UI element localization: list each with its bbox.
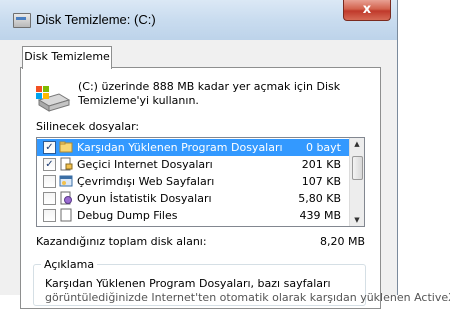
- file-size: 439 MB: [299, 209, 341, 222]
- description-group-title: Açıklama: [41, 258, 98, 271]
- files-list[interactable]: ✓ Karşıdan Yüklenen Program Dosyaları 0 …: [36, 137, 365, 227]
- vertical-scrollbar[interactable]: ▲ ▼: [349, 138, 364, 226]
- list-item[interactable]: ✓ Geçici Internet Dosyaları 201 KB: [37, 156, 349, 173]
- tab-disk-cleanup[interactable]: Disk Temizleme: [22, 46, 112, 69]
- scroll-up-arrow-icon[interactable]: ▲: [352, 139, 362, 149]
- checkbox[interactable]: [43, 192, 56, 205]
- file-name: Geçici Internet Dosyaları: [77, 158, 213, 171]
- file-size: 107 KB: [301, 175, 341, 188]
- list-item[interactable]: ✓ Karşıdan Yüklenen Program Dosyaları 0 …: [37, 139, 349, 156]
- file-name: Çevrimdışı Web Sayfaları: [77, 175, 215, 188]
- file-name: Oyun İstatistik Dosyaları: [77, 192, 212, 205]
- description-group-text: Karşıdan Yüklenen Program Dosyaları, baz…: [45, 277, 331, 290]
- file-size: 5,80 KB: [298, 192, 341, 205]
- folder-icon: [59, 141, 73, 153]
- drive-icon: [36, 86, 71, 112]
- list-item[interactable]: Oyun İstatistik Dosyaları 5,80 KB: [37, 190, 349, 207]
- file-size: 201 KB: [301, 158, 341, 171]
- disk-cleanup-app-icon[interactable]: [13, 13, 31, 28]
- file-name: Karşıdan Yüklenen Program Dosyaları: [77, 141, 283, 154]
- description-group-text-continued: görüntülediğinizde Internet'ten otomatik…: [45, 291, 450, 304]
- disk-cleanup-window: Disk Temizleme: (C:) x Disk Temizleme (C…: [0, 0, 450, 309]
- checkbox[interactable]: ✓: [43, 141, 56, 154]
- game-icon: [60, 191, 72, 205]
- total-space-value: 8,20 MB: [320, 235, 366, 248]
- total-space-label: Kazandığınız toplam disk alanı:: [36, 235, 207, 248]
- files-to-delete-label: Silinecek dosyalar:: [36, 120, 140, 133]
- file-size: 0 bayt: [305, 141, 341, 154]
- scrollbar-thumb[interactable]: [352, 156, 363, 180]
- checkbox[interactable]: ✓: [43, 158, 56, 171]
- list-item[interactable]: Debug Dump Files 439 MB: [37, 207, 349, 224]
- title-bar[interactable]: Disk Temizleme: (C:) x: [0, 0, 397, 40]
- list-item[interactable]: Çevrimdışı Web Sayfaları 107 KB: [37, 173, 349, 190]
- scroll-down-arrow-icon[interactable]: ▼: [352, 215, 362, 225]
- document-lock-icon: [60, 157, 73, 171]
- checkbox[interactable]: [43, 175, 56, 188]
- checkbox[interactable]: [43, 209, 56, 222]
- offline-page-icon: [59, 175, 73, 187]
- description-text: (C:) üzerinde 888 MB kadar yer açmak içi…: [78, 80, 341, 107]
- close-button[interactable]: x: [343, 0, 391, 21]
- file-name: Debug Dump Files: [77, 209, 178, 222]
- window-title: Disk Temizleme: (C:): [36, 12, 156, 27]
- document-icon: [60, 208, 72, 222]
